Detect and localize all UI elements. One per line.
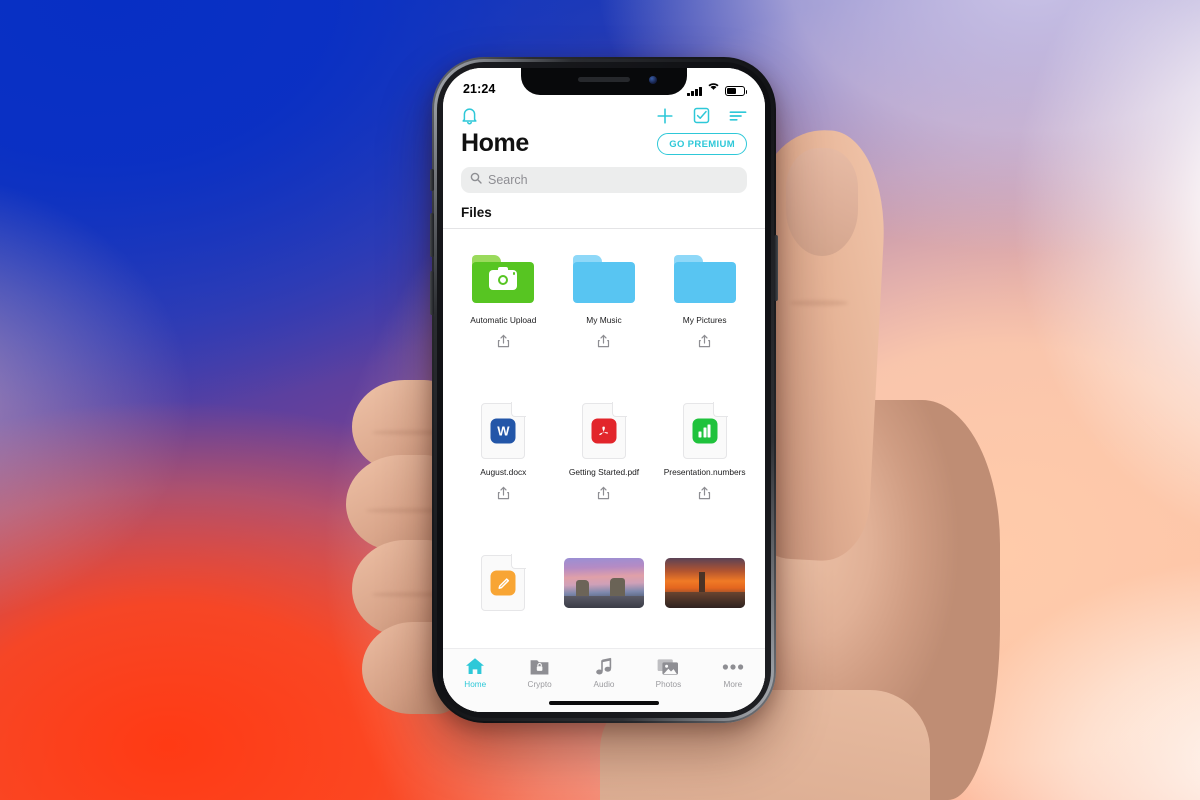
file-thumbnail [682, 402, 728, 460]
tab-label: Photos [655, 680, 682, 689]
file-thumbnail [481, 554, 527, 612]
tab-label: Audio [593, 680, 615, 689]
plus-icon[interactable] [656, 107, 674, 125]
tab-label: Home [464, 680, 487, 689]
home-indicator[interactable] [549, 700, 659, 705]
file-item[interactable] [554, 551, 655, 619]
folder-icon [673, 255, 736, 303]
files-scroll-area[interactable]: Automatic Upload My Music My Pictures W … [443, 229, 765, 712]
share-icon[interactable] [698, 486, 711, 505]
earpiece-speaker [578, 77, 630, 82]
search-icon [470, 171, 482, 189]
file-thumbnail [664, 555, 745, 611]
bottom-tab-bar: Home Crypto Audio Photos More [443, 648, 765, 712]
wifi-icon [707, 78, 720, 96]
music-note-icon [595, 656, 613, 677]
share-icon[interactable] [597, 486, 610, 505]
bell-icon[interactable] [461, 106, 478, 125]
tab-more[interactable]: More [701, 656, 765, 689]
files-grid: Automatic Upload My Music My Pictures W … [443, 229, 765, 619]
file-name: Getting Started.pdf [568, 467, 640, 478]
volume-down-button[interactable] [430, 271, 434, 315]
front-camera-icon [649, 76, 657, 84]
share-icon[interactable] [497, 334, 510, 353]
app-toolbar [443, 98, 765, 125]
status-time: 21:24 [463, 82, 496, 96]
numbers-document-icon [682, 402, 728, 460]
word-badge-letter: W [490, 418, 516, 444]
file-item[interactable]: My Pictures [654, 247, 755, 361]
share-icon[interactable] [698, 334, 711, 353]
search-container [443, 158, 765, 193]
photo-thumbnail-sunset [664, 558, 745, 609]
tab-photos[interactable]: Photos [636, 656, 700, 689]
sort-lines-icon[interactable] [729, 109, 747, 123]
toolbar-actions [656, 107, 747, 125]
silent-switch[interactable] [430, 169, 434, 191]
photos-icon [657, 656, 679, 677]
power-button[interactable] [774, 235, 778, 301]
file-name: August.docx [480, 467, 527, 478]
file-name: Presentation.numbers [663, 467, 746, 478]
file-thumbnail [581, 402, 627, 460]
file-thumbnail: W [481, 402, 527, 460]
page-title-row: Home GO PREMIUM [443, 125, 765, 158]
camera-folder-icon [472, 255, 535, 303]
file-thumbnail [673, 251, 736, 307]
file-item[interactable] [654, 551, 755, 619]
folder-icon [572, 255, 635, 303]
file-item[interactable] [453, 551, 554, 619]
section-title: Files [461, 205, 492, 220]
page-title: Home [461, 129, 529, 157]
file-thumbnail [472, 251, 535, 307]
file-item[interactable]: My Music [554, 247, 655, 361]
file-item[interactable]: Getting Started.pdf [554, 399, 655, 513]
checkbox-check-icon[interactable] [693, 107, 710, 124]
go-premium-button[interactable]: GO PREMIUM [657, 132, 747, 155]
tab-crypto[interactable]: Crypto [507, 656, 571, 689]
notch [521, 68, 687, 95]
iphone-device: 21:24 Home GO PREMIUM Search Files Autom… [430, 57, 778, 723]
tab-label: More [723, 680, 743, 689]
thumb-crease [790, 300, 848, 306]
search-input[interactable] [488, 173, 738, 187]
lock-folder-icon [529, 656, 550, 677]
app-root: Home GO PREMIUM Files [443, 68, 765, 712]
file-thumbnail [572, 251, 635, 307]
file-name: My Music [586, 315, 622, 325]
tab-label: Crypto [527, 680, 552, 689]
phone-screen: 21:24 Home GO PREMIUM Search Files Autom… [443, 68, 765, 712]
word-document-icon: W [481, 402, 527, 460]
file-item[interactable]: W August.docx [453, 399, 554, 513]
volume-up-button[interactable] [430, 213, 434, 257]
battery-icon [725, 86, 748, 96]
tab-audio[interactable]: Audio [572, 656, 636, 689]
tab-home[interactable]: Home [443, 656, 507, 689]
file-name: Automatic Upload [470, 315, 537, 325]
share-icon[interactable] [497, 486, 510, 505]
file-item[interactable]: Presentation.numbers [654, 399, 755, 513]
cellular-signal-icon [687, 86, 702, 96]
pdf-document-icon [581, 402, 627, 460]
notes-document-icon [481, 554, 527, 612]
file-item[interactable]: Automatic Upload [453, 247, 554, 361]
share-icon[interactable] [597, 334, 610, 353]
photo-thumbnail-seascape [563, 558, 644, 609]
search-bar[interactable] [461, 167, 747, 193]
file-name: My Pictures [682, 315, 727, 325]
status-indicators [687, 78, 748, 96]
home-icon [465, 656, 485, 677]
ellipsis-icon [722, 656, 744, 677]
thumb-nail [786, 148, 858, 256]
file-thumbnail [563, 555, 644, 611]
